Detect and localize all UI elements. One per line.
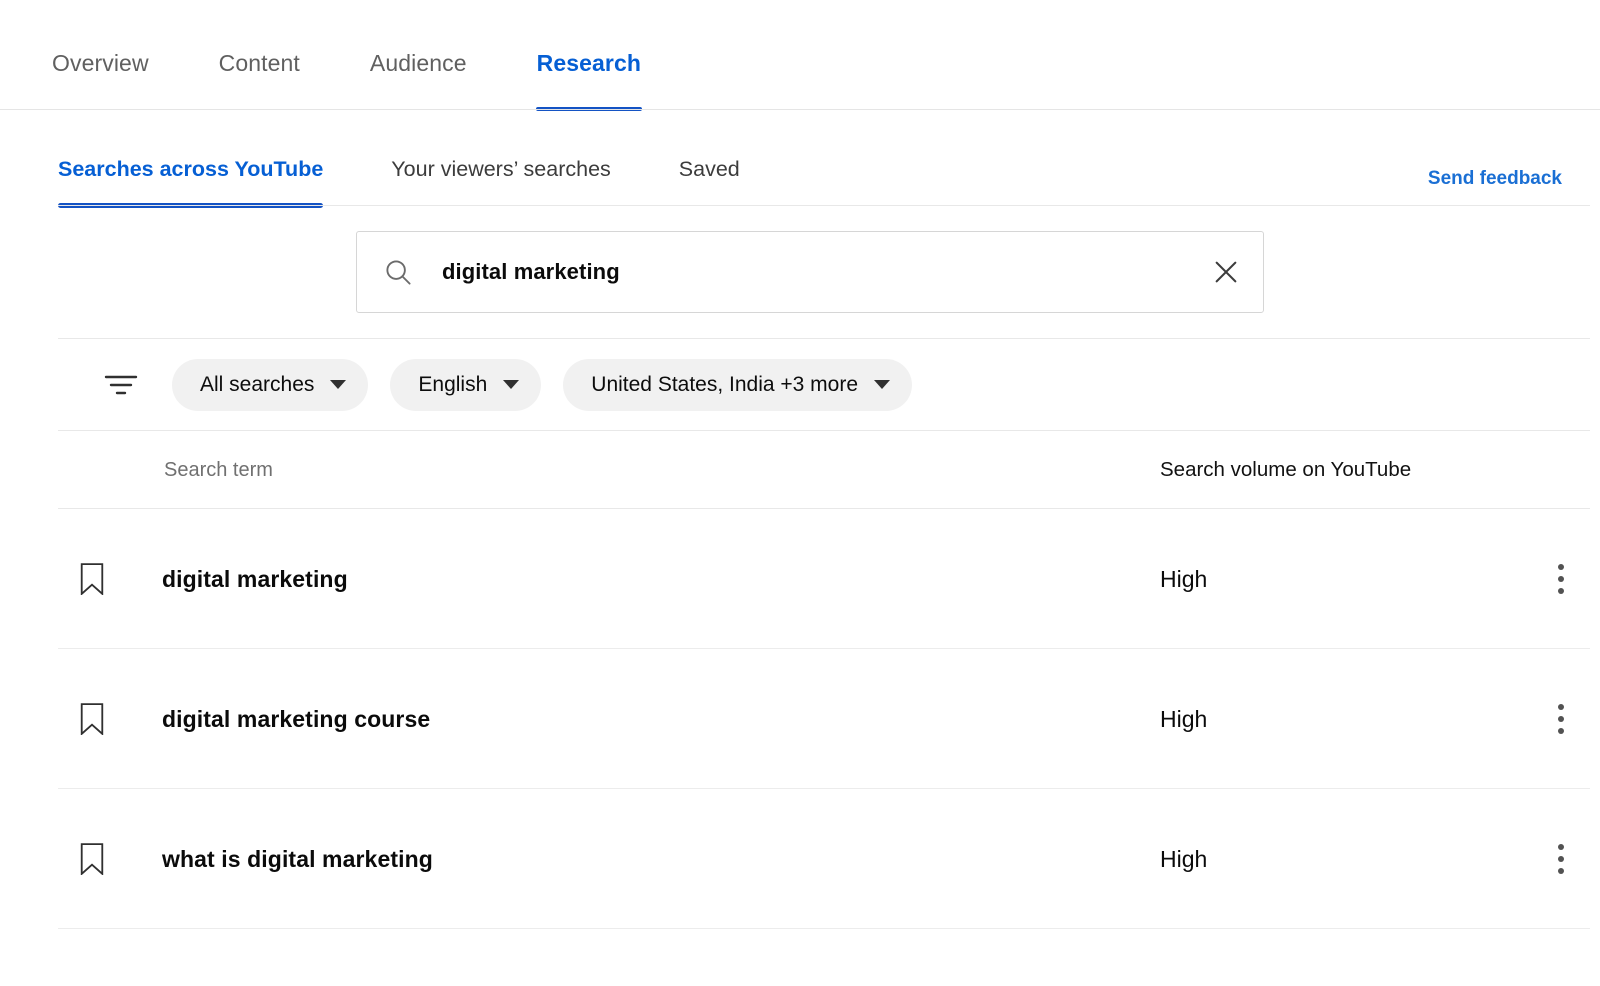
filter-chip-language[interactable]: English xyxy=(390,359,541,411)
filter-chip-all-searches[interactable]: All searches xyxy=(172,359,368,411)
filter-chip-region-label: United States, India +3 more xyxy=(591,373,858,397)
tab-content-label: Content xyxy=(219,50,300,76)
filter-chip-all-searches-label: All searches xyxy=(200,373,314,397)
subtab-your-viewers-searches-label: Your viewers’ searches xyxy=(391,157,610,181)
bookmark-icon[interactable] xyxy=(78,563,106,595)
filter-bar: All searches English United States, Indi… xyxy=(0,338,1600,431)
column-header-search-term: Search term xyxy=(164,459,1160,482)
send-feedback-link[interactable]: Send feedback xyxy=(1428,168,1562,190)
close-icon[interactable] xyxy=(1211,257,1241,287)
filter-list-icon[interactable] xyxy=(104,372,138,398)
tab-research[interactable]: Research xyxy=(537,0,641,111)
tab-overview-label: Overview xyxy=(52,50,149,76)
subtab-saved-label: Saved xyxy=(679,157,740,181)
subtab-searches-across-youtube[interactable]: Searches across YouTube xyxy=(58,110,323,208)
more-vert-icon[interactable] xyxy=(1540,704,1582,734)
sub-nav-tabs: Searches across YouTube Your viewers’ se… xyxy=(0,110,1600,206)
filter-chip-region[interactable]: United States, India +3 more xyxy=(563,359,912,411)
search-term-text: digital marketing xyxy=(162,566,1160,593)
bookmark-icon[interactable] xyxy=(78,703,106,735)
search-input[interactable]: digital marketing xyxy=(442,259,1211,285)
table-row[interactable]: what is digital marketing High xyxy=(0,789,1600,929)
top-nav: Overview Content Audience Research xyxy=(0,0,1600,110)
search-area: digital marketing xyxy=(0,206,1600,338)
table-header-row: Search term Search volume on YouTube xyxy=(0,431,1600,509)
search-term-text: digital marketing course xyxy=(162,706,1160,733)
tab-audience[interactable]: Audience xyxy=(370,0,467,111)
tab-overview[interactable]: Overview xyxy=(52,0,149,111)
column-header-search-volume: Search volume on YouTube xyxy=(1160,458,1540,482)
more-vert-icon[interactable] xyxy=(1540,844,1582,874)
send-feedback-label: Send feedback xyxy=(1428,168,1562,189)
search-term-text: what is digital marketing xyxy=(162,846,1160,873)
search-volume-value: High xyxy=(1160,846,1540,873)
tab-audience-label: Audience xyxy=(370,50,467,76)
search-volume-value: High xyxy=(1160,566,1540,593)
search-icon xyxy=(383,257,413,287)
tab-research-label: Research xyxy=(537,50,641,76)
youtube-studio-research-page: Overview Content Audience Research Searc… xyxy=(0,0,1600,986)
filter-bar-wrap: All searches English United States, Indi… xyxy=(0,338,1600,431)
filter-chip-language-label: English xyxy=(418,373,487,397)
search-volume-value: High xyxy=(1160,706,1540,733)
sub-nav: Searches across YouTube Your viewers’ se… xyxy=(0,110,1600,206)
tab-content[interactable]: Content xyxy=(219,0,300,111)
bookmark-icon[interactable] xyxy=(78,843,106,875)
chevron-down-icon xyxy=(503,380,519,389)
table-row[interactable]: digital marketing course High xyxy=(0,649,1600,789)
subtab-saved[interactable]: Saved xyxy=(679,110,740,208)
search-box[interactable]: digital marketing xyxy=(356,231,1264,313)
subtab-your-viewers-searches[interactable]: Your viewers’ searches xyxy=(391,110,610,208)
chevron-down-icon xyxy=(874,380,890,389)
more-vert-icon[interactable] xyxy=(1540,564,1582,594)
table-row[interactable]: digital marketing High xyxy=(0,509,1600,649)
subtab-searches-across-youtube-label: Searches across YouTube xyxy=(58,157,323,181)
chevron-down-icon xyxy=(330,380,346,389)
search-results-table: Search term Search volume on YouTube dig… xyxy=(0,431,1600,929)
